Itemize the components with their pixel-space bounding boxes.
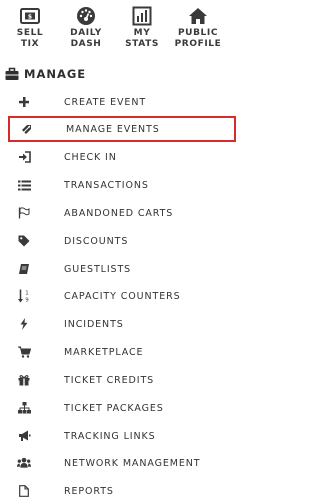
menu-item-label: CHECK IN: [64, 151, 117, 163]
menu-item-ticket-packages[interactable]: TICKET PACKAGES: [8, 395, 236, 421]
public-profile-label: PUBLIC PROFILE: [174, 28, 222, 49]
sell-tix-button[interactable]: $ SELL TIX: [6, 6, 54, 50]
ticket-icon: $: [20, 6, 40, 26]
tag-icon: [17, 234, 31, 248]
list-icon: [17, 178, 31, 192]
menu-item-reports[interactable]: REPORTS: [8, 478, 236, 504]
plus-icon: [17, 95, 31, 109]
svg-text:$: $: [28, 14, 32, 21]
users-icon: [17, 456, 31, 470]
menu-item-guestlists[interactable]: GUESTLISTS: [8, 256, 236, 282]
book-icon: [17, 262, 31, 276]
sort-numeric-icon: 19: [17, 289, 31, 303]
public-profile-button[interactable]: PUBLIC PROFILE: [174, 6, 222, 50]
menu-item-manage-events[interactable]: MANAGE EVENTS: [8, 116, 236, 142]
file-icon: [17, 484, 31, 498]
menu-item-discounts[interactable]: DISCOUNTS: [8, 228, 236, 254]
top-navigation: $ SELL TIX DAILY DASH MY STATS PUBLIC PR…: [0, 0, 246, 58]
manage-section-header: MANAGE: [5, 65, 86, 83]
sign-in-icon: [17, 150, 31, 164]
menu-item-label: INCIDENTS: [64, 318, 124, 330]
sitemap-icon: [17, 401, 31, 415]
menu-item-label: TICKET CREDITS: [64, 374, 155, 386]
menu-item-create-event[interactable]: CREATE EVENT: [8, 89, 236, 115]
gift-icon: [17, 373, 31, 387]
section-title: MANAGE: [24, 67, 87, 81]
menu-item-label: ABANDONED CARTS: [64, 207, 174, 219]
menu-item-network-management[interactable]: NETWORK MANAGEMENT: [8, 450, 236, 476]
tag-pencil-icon: [19, 122, 33, 136]
flag-icon: [17, 206, 31, 220]
bolt-icon: [17, 317, 31, 331]
my-stats-label: MY STATS: [125, 28, 159, 49]
menu-item-label: CREATE EVENT: [64, 96, 147, 108]
menu-item-transactions[interactable]: TRANSACTIONS: [8, 172, 236, 198]
menu-item-incidents[interactable]: INCIDENTS: [8, 311, 236, 337]
bullhorn-icon: [17, 429, 31, 443]
menu-item-tracking-links[interactable]: TRACKING LINKS: [8, 423, 236, 449]
menu-item-label: TRANSACTIONS: [64, 179, 149, 191]
menu-item-marketplace[interactable]: MARKETPLACE: [8, 339, 236, 365]
menu-item-label: TRACKING LINKS: [64, 430, 156, 442]
cart-icon: [17, 345, 31, 359]
menu-item-label: GUESTLISTS: [64, 263, 132, 275]
svg-text:9: 9: [25, 298, 29, 304]
menu-item-label: MANAGE EVENTS: [66, 123, 160, 135]
menu-item-abandoned-carts[interactable]: ABANDONED CARTS: [8, 200, 236, 226]
my-stats-button[interactable]: MY STATS: [118, 6, 166, 50]
menu-item-check-in[interactable]: CHECK IN: [8, 144, 236, 170]
menu-item-label: TICKET PACKAGES: [64, 402, 164, 414]
menu-item-label: MARKETPLACE: [64, 346, 144, 358]
menu-item-label: CAPACITY COUNTERS: [64, 290, 181, 302]
menu-item-label: DISCOUNTS: [64, 235, 129, 247]
menu-item-capacity-counters[interactable]: 19 CAPACITY COUNTERS: [8, 283, 236, 309]
dashboard-gauge-icon: [76, 6, 96, 26]
svg-text:1: 1: [25, 291, 29, 297]
menu-item-ticket-credits[interactable]: TICKET CREDITS: [8, 367, 236, 393]
sell-tix-label: SELL TIX: [16, 28, 44, 49]
daily-dash-label: DAILY DASH: [70, 28, 102, 49]
menu-item-label: NETWORK MANAGEMENT: [64, 457, 201, 469]
menu-item-label: REPORTS: [64, 485, 114, 497]
home-icon: [188, 6, 208, 26]
bar-chart-icon: [132, 6, 152, 26]
daily-dash-button[interactable]: DAILY DASH: [62, 6, 110, 50]
briefcase-icon: [5, 67, 19, 81]
